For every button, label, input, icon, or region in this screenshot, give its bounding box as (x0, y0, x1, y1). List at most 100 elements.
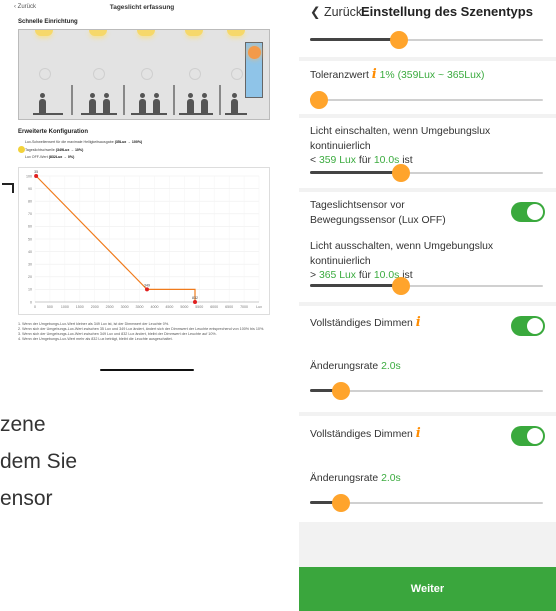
x-tick-label: 2000 (91, 305, 99, 309)
back-button[interactable]: ❮ Zurück (310, 4, 362, 19)
x-tick-label: 1500 (76, 305, 84, 309)
light-off-text: Licht ausschalten, wenn Umgebungslux kon… (310, 241, 494, 267)
sensor-icon (39, 68, 51, 80)
y-tick-label: 60 (28, 225, 32, 229)
full-dimming-card-1: Vollständiges Dimmen i Änderungsrate 2.0… (299, 306, 556, 412)
data-point (145, 287, 149, 292)
tolerance-slider[interactable] (310, 90, 543, 110)
light-on-label: Licht einschalten, wenn Umgebungslux kon… (310, 125, 550, 169)
screen: ‹ Zurück Tageslicht erfassung Schnelle E… (0, 0, 556, 611)
tablet-nav-bar: ‹ Zurück Tageslicht erfassung (0, 0, 284, 16)
full-dimming-toggle-2[interactable] (511, 426, 545, 446)
lamp-icon (35, 30, 53, 36)
change-rate-slider-1[interactable] (310, 381, 543, 401)
person-icon (103, 99, 110, 113)
slider-knob[interactable] (391, 277, 410, 295)
next-button[interactable]: Weiter (299, 567, 556, 611)
x-tick-label: 5500 (195, 305, 203, 309)
x-tick-label: 4500 (165, 305, 173, 309)
cfg-value: (832Lux → 0%) (48, 155, 75, 159)
caption-line-1: zene (0, 413, 46, 436)
info-icon[interactable]: i (372, 67, 377, 82)
change-rate-value: 2.0s (381, 473, 401, 484)
person-head (104, 93, 109, 98)
person-head (90, 93, 95, 98)
note-4: 4. Wenn der Umgebungs-Lux-Wert mehr als … (18, 337, 173, 341)
tolerance-label: Toleranzwert i 1% (359Lux ~ 365Lux) (310, 67, 550, 84)
person-icon (187, 99, 194, 113)
tolerance-title: Toleranzwert (310, 70, 369, 81)
notes: 1. Wenn der Umgebungs-Lux-Wert kleiner a… (18, 322, 270, 342)
y-tick-label: 20 (28, 275, 32, 279)
back-label: Zurück (323, 5, 363, 19)
person-head (232, 93, 237, 98)
y-tick-label: 90 (28, 187, 32, 191)
light-on-card: Licht einschalten, wenn Umgebungslux kon… (299, 118, 556, 188)
light-on-slider[interactable] (310, 163, 543, 183)
x-tick-label: 3000 (121, 305, 129, 309)
desk (225, 113, 247, 115)
partition (123, 85, 125, 115)
slider-fill (310, 284, 401, 287)
sensor-card: Tageslichtsensor vor Bewegungssensor (Lu… (299, 192, 556, 302)
change-rate-value: 2.0s (381, 361, 401, 372)
advanced-config-heading: Erweiterte Konfiguration (18, 129, 89, 135)
y-tick-label: 50 (28, 237, 32, 241)
partition (71, 85, 73, 115)
info-icon[interactable]: i (416, 315, 421, 330)
y-tick-label: 0 (30, 300, 32, 304)
cfg-label: Lux OFF-Wert (25, 155, 48, 159)
cfg-label: Lux-Schwellenwert für die maximale Helli… (25, 140, 114, 144)
sensor-toggle[interactable] (511, 202, 545, 222)
data-point (193, 300, 197, 304)
slider-knob[interactable] (391, 164, 410, 182)
cfg-label: Tageslichtschwelle (25, 148, 55, 152)
person-icon (153, 99, 160, 113)
slider-knob[interactable] (389, 31, 408, 49)
person-head (40, 93, 45, 98)
sun-icon (248, 46, 261, 59)
data-point-label: 35 (34, 170, 38, 174)
x-tick-label: 5000 (180, 305, 188, 309)
bulb-icon (18, 146, 25, 153)
full-dimming-text: Vollständiges Dimmen (310, 429, 413, 440)
slider-knob[interactable] (331, 494, 350, 512)
lamp-icon (185, 30, 203, 36)
change-rate-slider-2[interactable] (310, 493, 543, 513)
partition (173, 85, 175, 115)
tolerance-value: 1% (379, 70, 395, 81)
y-tick-label: 10 (28, 288, 32, 292)
y-tick-label: 40 (28, 250, 32, 254)
lamp-icon (137, 30, 155, 36)
x-tick-label: 3500 (136, 305, 144, 309)
desk (81, 113, 117, 115)
full-dimming-toggle-1[interactable] (511, 316, 545, 336)
x-tick-label: 4000 (150, 305, 158, 309)
change-rate-text: Änderungsrate (310, 473, 379, 484)
person-icon (231, 99, 238, 113)
daylight-tablet-screen: ‹ Zurück Tageslicht erfassung Schnelle E… (0, 0, 284, 373)
person-head (140, 93, 145, 98)
x-tick-label: 1000 (61, 305, 69, 309)
change-rate-label-2: Änderungsrate 2.0s (310, 472, 550, 487)
slider-knob[interactable] (310, 91, 328, 109)
top-slider[interactable] (310, 30, 543, 50)
sensor-label: Tageslichtsensor vor Bewegungssensor (Lu… (310, 200, 446, 226)
change-rate-label-1: Änderungsrate 2.0s (310, 360, 550, 375)
person-icon (201, 99, 208, 113)
sensor-icon (141, 68, 153, 80)
data-point-label: 349 (144, 283, 150, 287)
desk (131, 113, 167, 115)
info-icon[interactable]: i (416, 426, 421, 441)
caption-line-3: ensor (0, 487, 53, 510)
dimming-chart-svg: 01020304050607080901000 500 1000 1500 2000 25… (26, 170, 262, 309)
cfg-value: (349Lux → 10%) (55, 148, 84, 152)
sensor-icon (93, 68, 105, 80)
slider-knob[interactable] (331, 382, 350, 400)
person-head (202, 93, 207, 98)
x-tick-label: 6000 (210, 305, 218, 309)
desk (179, 113, 213, 115)
office-scene-illustration (18, 29, 270, 120)
light-off-slider[interactable] (310, 276, 543, 296)
lux-off-value: Lux OFF-Wert (832Lux → 0%) (25, 155, 74, 159)
